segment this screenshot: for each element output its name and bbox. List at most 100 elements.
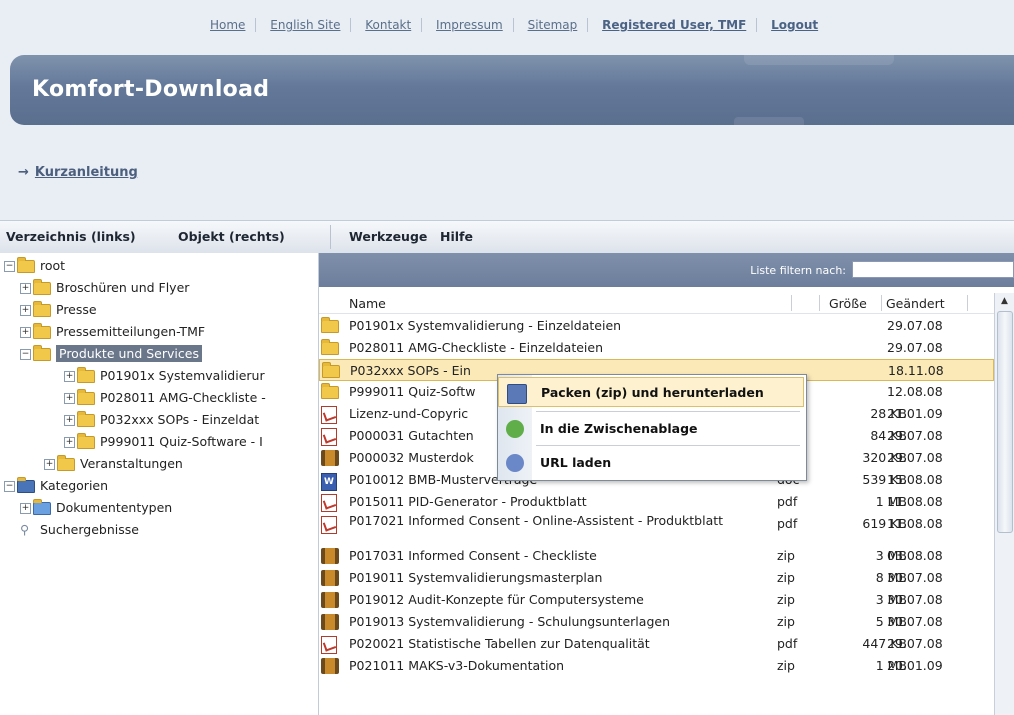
clipboard-icon (506, 420, 524, 438)
tree-node-p999011[interactable]: + P999011 Quiz-Software - I (64, 433, 263, 451)
file-icon-wrapper (321, 450, 339, 469)
expand-icon[interactable]: + (20, 283, 31, 294)
file-row[interactable]: P020021 Statistische Tabellen zur Datenq… (319, 633, 994, 655)
menu-hilfe[interactable]: Hilfe (440, 229, 473, 244)
menu-divider (330, 225, 331, 249)
file-name: P017021 Informed Consent - Online-Assist… (349, 513, 724, 528)
file-name: Lizenz-und-Copyric (349, 406, 469, 421)
file-date: 29.07.08 (887, 318, 943, 333)
menu-objekt[interactable]: Objekt (rechts) (178, 229, 285, 244)
collapse-icon[interactable]: − (4, 481, 15, 492)
expand-icon[interactable]: + (20, 503, 31, 514)
scrollbar-thumb[interactable] (997, 311, 1013, 533)
zip-file-icon (321, 592, 339, 608)
menu-werkzeuge[interactable]: Werkzeuge (349, 229, 427, 244)
expand-icon[interactable]: + (64, 371, 75, 382)
file-row[interactable]: P019013 Systemvalidierung - Schulungsunt… (319, 611, 994, 633)
file-name: P028011 AMG-Checkliste - Einzeldateien (349, 340, 604, 355)
file-row[interactable]: P01901x Systemvalidierung - Einzeldateie… (319, 315, 994, 337)
folder-icon (321, 383, 339, 399)
filter-input[interactable] (852, 261, 1014, 278)
expand-icon[interactable]: + (20, 305, 31, 316)
scroll-up-icon[interactable]: ▲ (995, 293, 1014, 309)
tree-node-produkte[interactable]: − Produkte und Services (20, 345, 202, 363)
tree-node-kategorien[interactable]: − Kategorien (4, 477, 108, 495)
folder-icon (77, 367, 95, 383)
tree-node-broschueren[interactable]: + Broschüren und Flyer (20, 279, 189, 297)
nav-kontakt-link[interactable]: Kontakt (355, 18, 423, 32)
folder-icon (322, 362, 340, 378)
tree-node-p01901x[interactable]: + P01901x Systemvalidierur (64, 367, 265, 385)
context-menu-clipboard[interactable]: In die Zwischenablage (498, 414, 804, 444)
file-type: zip (777, 570, 795, 585)
menu-verzeichnis[interactable]: Verzeichnis (links) (6, 229, 136, 244)
file-name: P021011 MAKS-v3-Dokumentation (349, 658, 565, 673)
collapse-icon[interactable]: − (4, 261, 15, 272)
file-row[interactable]: P021011 MAKS-v3-Dokumentation zip 1 MB 20.0… (319, 655, 994, 677)
tree-node-dokumententypen[interactable]: + Dokumententypen (20, 499, 172, 517)
expand-icon[interactable]: + (20, 327, 31, 338)
file-row[interactable]: P019012 Audit-Konzepte für Computersyste… (319, 589, 994, 611)
file-row[interactable]: P017031 Informed Consent - Checkliste zip… (319, 545, 994, 567)
file-date: 15.08.08 (887, 472, 943, 487)
file-name: P019013 Systemvalidierung - Schulungsunt… (349, 614, 670, 629)
tree-node-presse[interactable]: + Presse (20, 301, 97, 319)
expand-icon[interactable]: + (44, 459, 55, 470)
file-name: P999011 Quiz-Softw (349, 384, 476, 399)
pdf-file-icon (321, 406, 337, 424)
tree-node-root[interactable]: − root (4, 257, 65, 275)
context-menu-url-load[interactable]: URL laden (498, 448, 804, 478)
file-date: 11.08.08 (887, 494, 943, 509)
folder-icon (57, 455, 75, 471)
tree-node-p032xxx[interactable]: + P032xxx SOPs - Einzeldat (64, 411, 259, 429)
file-row[interactable]: P028011 AMG-Checkliste - Einzeldateien 29… (319, 337, 994, 359)
nav-logout-link[interactable]: Logout (761, 18, 828, 32)
tree-node-veranstaltungen[interactable]: + Veranstaltungen (44, 455, 183, 473)
column-divider[interactable] (791, 295, 792, 311)
file-type: zip (777, 592, 795, 607)
tree-node-pressemitteilungen[interactable]: + Pressemitteilungen-TMF (20, 323, 205, 341)
collapse-icon[interactable]: − (20, 349, 31, 360)
nav-registered-user-link[interactable]: Registered User, TMF (592, 18, 758, 32)
file-row[interactable]: P017021 Informed Consent - Online-Assist… (319, 513, 994, 545)
column-divider[interactable] (967, 295, 968, 311)
file-type: zip (777, 614, 795, 629)
file-type: pdf (777, 494, 798, 509)
expand-icon[interactable]: + (64, 437, 75, 448)
tree-node-suchergebnisse[interactable]: ⚲ Suchergebnisse (20, 521, 139, 539)
folder-icon (321, 317, 339, 333)
folder-icon (17, 257, 35, 273)
file-date: 20.01.09 (887, 658, 943, 673)
zip-file-icon (321, 570, 339, 586)
column-header-changed[interactable]: Geändert (886, 296, 945, 311)
nav-home-link[interactable]: Home (200, 18, 257, 32)
file-row[interactable]: P019011 Systemvalidierungsmasterplan zip 8… (319, 567, 994, 589)
column-divider[interactable] (819, 295, 820, 311)
kurzanleitung-link[interactable]: Kurzanleitung (35, 165, 138, 180)
vertical-scrollbar[interactable]: ▲ (994, 293, 1014, 715)
file-icon-wrapper (321, 658, 339, 677)
file-icon-wrapper (321, 548, 339, 567)
nav-impressum-link[interactable]: Impressum (426, 18, 514, 32)
file-icon-wrapper (321, 339, 344, 355)
banner-decoration (734, 117, 804, 125)
folder-icon (77, 411, 95, 427)
file-icon-wrapper (321, 516, 337, 537)
nav-sitemap-link[interactable]: Sitemap (517, 18, 589, 32)
context-menu-pack-download[interactable]: Packen (zip) und herunterladen (498, 377, 804, 407)
file-row[interactable]: P015011 PID-Generator - Produktblatt pdf 1… (319, 491, 994, 513)
tree-node-p028011[interactable]: + P028011 AMG-Checkliste - (64, 389, 266, 407)
column-header-size[interactable]: Größe (829, 296, 867, 311)
expand-icon[interactable]: + (64, 415, 75, 426)
filter-bar: Liste filtern nach: (319, 253, 1014, 287)
file-type: pdf (777, 636, 798, 651)
column-header-name[interactable]: Name (349, 296, 386, 311)
doc-file-icon: W (321, 473, 337, 491)
column-divider[interactable] (881, 295, 882, 311)
folder-icon (33, 301, 51, 317)
pdf-file-icon (321, 428, 337, 446)
file-name: P015011 PID-Generator - Produktblatt (349, 494, 587, 509)
filter-label: Liste filtern nach: (750, 264, 846, 277)
expand-icon[interactable]: + (64, 393, 75, 404)
nav-english-site-link[interactable]: English Site (260, 18, 352, 32)
